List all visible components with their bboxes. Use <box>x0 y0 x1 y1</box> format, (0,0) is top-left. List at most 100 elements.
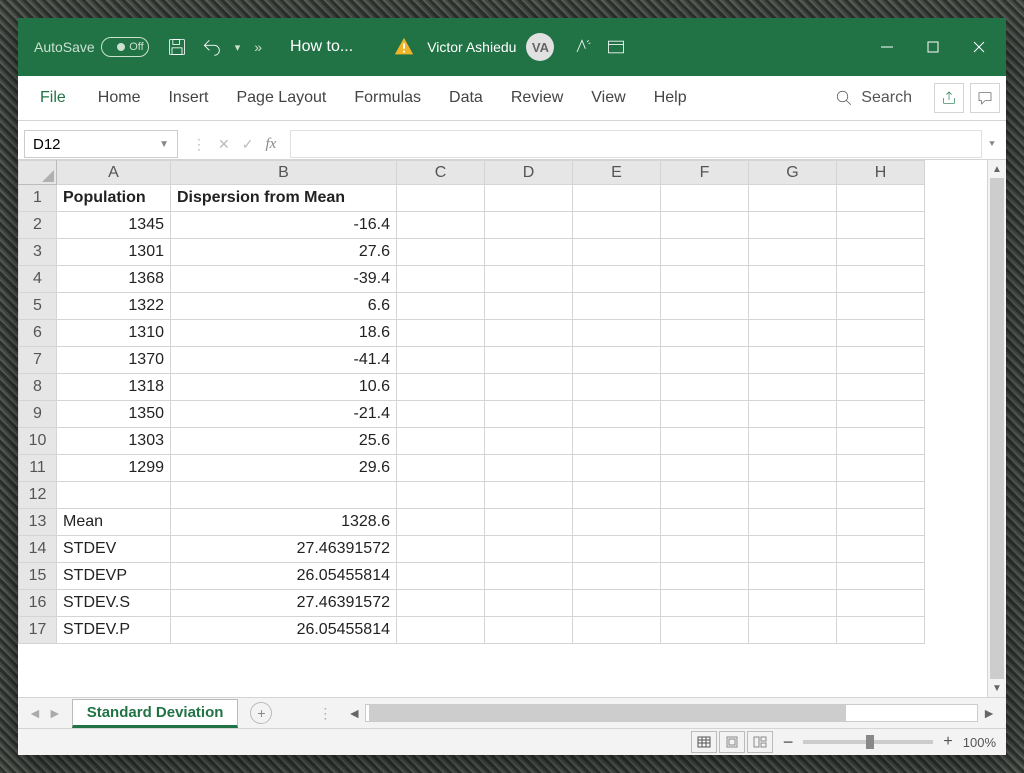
cell-A15[interactable]: STDEVP <box>57 563 171 590</box>
cell-G5[interactable] <box>749 293 837 320</box>
ribbon-display-icon[interactable] <box>606 37 626 57</box>
cell-A6[interactable]: 1310 <box>57 320 171 347</box>
cell-F8[interactable] <box>661 374 749 401</box>
zoom-slider[interactable] <box>803 740 933 744</box>
tab-insert[interactable]: Insert <box>154 81 222 115</box>
cell-C5[interactable] <box>397 293 485 320</box>
cell-D10[interactable] <box>485 428 573 455</box>
row-header[interactable]: 8 <box>19 374 57 401</box>
zoom-in-button[interactable]: + <box>943 733 952 751</box>
cell-B4[interactable]: -39.4 <box>171 266 397 293</box>
cell-A8[interactable]: 1318 <box>57 374 171 401</box>
cell-F6[interactable] <box>661 320 749 347</box>
cell-D17[interactable] <box>485 617 573 644</box>
cell-G1[interactable] <box>749 185 837 212</box>
cell-C2[interactable] <box>397 212 485 239</box>
cell-H9[interactable] <box>837 401 925 428</box>
prev-sheet-icon[interactable]: ◄ <box>28 705 42 721</box>
cell-B8[interactable]: 10.6 <box>171 374 397 401</box>
tab-review[interactable]: Review <box>497 81 577 115</box>
cell-E15[interactable] <box>573 563 661 590</box>
row-header[interactable]: 12 <box>19 482 57 509</box>
save-icon[interactable] <box>167 37 187 57</box>
select-all-cell[interactable] <box>19 161 57 185</box>
cell-H17[interactable] <box>837 617 925 644</box>
row-header[interactable]: 16 <box>19 590 57 617</box>
row-header[interactable]: 17 <box>19 617 57 644</box>
cell-F2[interactable] <box>661 212 749 239</box>
col-header-E[interactable]: E <box>573 161 661 185</box>
tab-pagelayout[interactable]: Page Layout <box>222 81 340 115</box>
cell-H11[interactable] <box>837 455 925 482</box>
col-header-B[interactable]: B <box>171 161 397 185</box>
cell-H6[interactable] <box>837 320 925 347</box>
row-header[interactable]: 11 <box>19 455 57 482</box>
row-header[interactable]: 3 <box>19 239 57 266</box>
cell-F10[interactable] <box>661 428 749 455</box>
mic-icon[interactable] <box>572 37 592 57</box>
cell-D5[interactable] <box>485 293 573 320</box>
cell-E11[interactable] <box>573 455 661 482</box>
cell-H8[interactable] <box>837 374 925 401</box>
cell-B10[interactable]: 25.6 <box>171 428 397 455</box>
cell-C1[interactable] <box>397 185 485 212</box>
close-button[interactable] <box>956 18 1002 76</box>
share-button[interactable] <box>934 83 964 113</box>
cell-E13[interactable] <box>573 509 661 536</box>
autosave-toggle[interactable]: AutoSave Off <box>34 37 149 57</box>
row-header[interactable]: 15 <box>19 563 57 590</box>
page-layout-view-button[interactable] <box>719 731 745 753</box>
cell-E12[interactable] <box>573 482 661 509</box>
formula-input[interactable] <box>290 130 982 158</box>
cell-G10[interactable] <box>749 428 837 455</box>
vertical-scrollbar[interactable]: ▲ ▼ <box>987 160 1006 697</box>
cell-E14[interactable] <box>573 536 661 563</box>
cell-C7[interactable] <box>397 347 485 374</box>
enter-icon[interactable]: ✓ <box>242 136 254 153</box>
cell-G14[interactable] <box>749 536 837 563</box>
cell-H5[interactable] <box>837 293 925 320</box>
cell-G8[interactable] <box>749 374 837 401</box>
cell-G11[interactable] <box>749 455 837 482</box>
minimize-button[interactable] <box>864 18 910 76</box>
cell-G4[interactable] <box>749 266 837 293</box>
cell-B12[interactable] <box>171 482 397 509</box>
cell-F3[interactable] <box>661 239 749 266</box>
fx-more-icon[interactable]: ⋮ <box>192 136 206 153</box>
row-header[interactable]: 1 <box>19 185 57 212</box>
cell-G13[interactable] <box>749 509 837 536</box>
cell-B11[interactable]: 29.6 <box>171 455 397 482</box>
cell-G16[interactable] <box>749 590 837 617</box>
cell-H1[interactable] <box>837 185 925 212</box>
cell-A12[interactable] <box>57 482 171 509</box>
col-header-G[interactable]: G <box>749 161 837 185</box>
tab-help[interactable]: Help <box>640 81 701 115</box>
cell-H7[interactable] <box>837 347 925 374</box>
cell-D7[interactable] <box>485 347 573 374</box>
cell-B7[interactable]: -41.4 <box>171 347 397 374</box>
cell-H16[interactable] <box>837 590 925 617</box>
row-header[interactable]: 9 <box>19 401 57 428</box>
cell-A5[interactable]: 1322 <box>57 293 171 320</box>
cell-D3[interactable] <box>485 239 573 266</box>
cell-D11[interactable] <box>485 455 573 482</box>
cell-B15[interactable]: 26.05455814 <box>171 563 397 590</box>
cell-E8[interactable] <box>573 374 661 401</box>
col-header-D[interactable]: D <box>485 161 573 185</box>
cell-B2[interactable]: -16.4 <box>171 212 397 239</box>
cell-H13[interactable] <box>837 509 925 536</box>
cell-E6[interactable] <box>573 320 661 347</box>
cell-D14[interactable] <box>485 536 573 563</box>
cell-F5[interactable] <box>661 293 749 320</box>
cell-H4[interactable] <box>837 266 925 293</box>
cell-D4[interactable] <box>485 266 573 293</box>
row-header[interactable]: 7 <box>19 347 57 374</box>
cell-D13[interactable] <box>485 509 573 536</box>
cell-D1[interactable] <box>485 185 573 212</box>
cell-E5[interactable] <box>573 293 661 320</box>
more-commands-icon[interactable]: » <box>254 39 262 55</box>
cell-H3[interactable] <box>837 239 925 266</box>
cell-B13[interactable]: 1328.6 <box>171 509 397 536</box>
cell-A2[interactable]: 1345 <box>57 212 171 239</box>
cell-E4[interactable] <box>573 266 661 293</box>
